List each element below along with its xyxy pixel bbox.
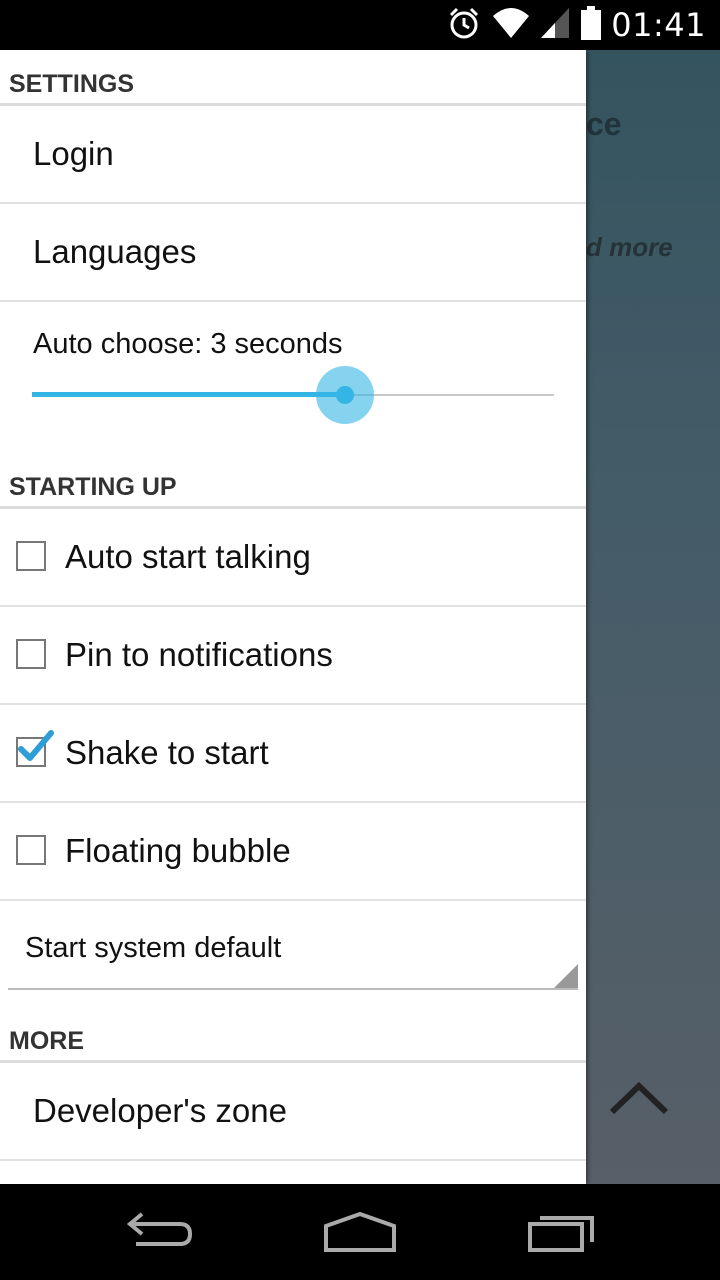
status-time: 01:41 (611, 6, 706, 44)
section-header-settings: SETTINGS (0, 50, 586, 106)
settings-drawer: SETTINGS Login Languages Auto choose: 3 … (0, 50, 586, 1184)
auto-choose-slider[interactable] (32, 366, 554, 424)
developers-zone-item[interactable]: Developer's zone (0, 1063, 586, 1161)
start-system-selected: Start system default (25, 932, 282, 964)
option-label: Floating bubble (65, 832, 291, 869)
status-icons: 01:41 (447, 0, 706, 50)
languages-item[interactable]: Languages (0, 204, 586, 302)
login-label: Login (33, 135, 114, 172)
back-icon[interactable] (124, 1206, 196, 1261)
checkmark-icon (18, 730, 54, 761)
home-icon[interactable] (322, 1206, 398, 1261)
floating-bubble-item[interactable]: Floating bubble (0, 803, 586, 901)
slider-thumb[interactable] (336, 386, 354, 404)
chevron-up-icon[interactable] (608, 1080, 670, 1121)
login-item[interactable]: Login (0, 106, 586, 204)
section-header-more: MORE (0, 1007, 586, 1063)
recent-apps-icon[interactable] (526, 1206, 598, 1261)
section-title: MORE (9, 1027, 84, 1055)
option-label: Shake to start (65, 734, 269, 771)
section-header-starting-up: STARTING UP (0, 453, 586, 509)
background-more-fragment: d more (586, 232, 673, 262)
status-bar: 01:41 (0, 0, 720, 50)
background-app: ce d more (586, 50, 720, 1184)
languages-label: Languages (33, 233, 197, 270)
option-label: Pin to notifications (65, 636, 333, 673)
auto-choose-setting: Auto choose: 3 seconds (0, 302, 586, 470)
section-title: STARTING UP (9, 473, 177, 501)
start-system-spinner[interactable]: Start system default (8, 902, 578, 990)
wifi-icon (491, 6, 531, 45)
auto-start-talking-checkbox[interactable] (16, 541, 46, 571)
signal-icon (541, 6, 571, 45)
battery-icon (581, 5, 602, 45)
screen: 01:41 ce d more SETTINGS Login Languages… (0, 0, 720, 1280)
navigation-bar (0, 1184, 720, 1280)
alarm-icon (447, 6, 481, 45)
section-title: SETTINGS (9, 70, 135, 98)
auto-start-talking-item[interactable]: Auto start talking (0, 509, 586, 607)
background-title-fragment: ce (586, 106, 622, 142)
developers-zone-label: Developer's zone (33, 1092, 287, 1129)
pin-to-notifications-item[interactable]: Pin to notifications (0, 607, 586, 705)
auto-choose-label: Auto choose: 3 seconds (33, 328, 343, 360)
slider-fill (32, 392, 345, 397)
floating-bubble-checkbox[interactable] (16, 835, 46, 865)
pin-to-notifications-checkbox[interactable] (16, 639, 46, 669)
dropdown-corner-icon (554, 964, 578, 988)
shake-to-start-item[interactable]: Shake to start (0, 705, 586, 803)
shake-to-start-checkbox[interactable] (16, 730, 54, 767)
option-label: Auto start talking (65, 538, 311, 575)
